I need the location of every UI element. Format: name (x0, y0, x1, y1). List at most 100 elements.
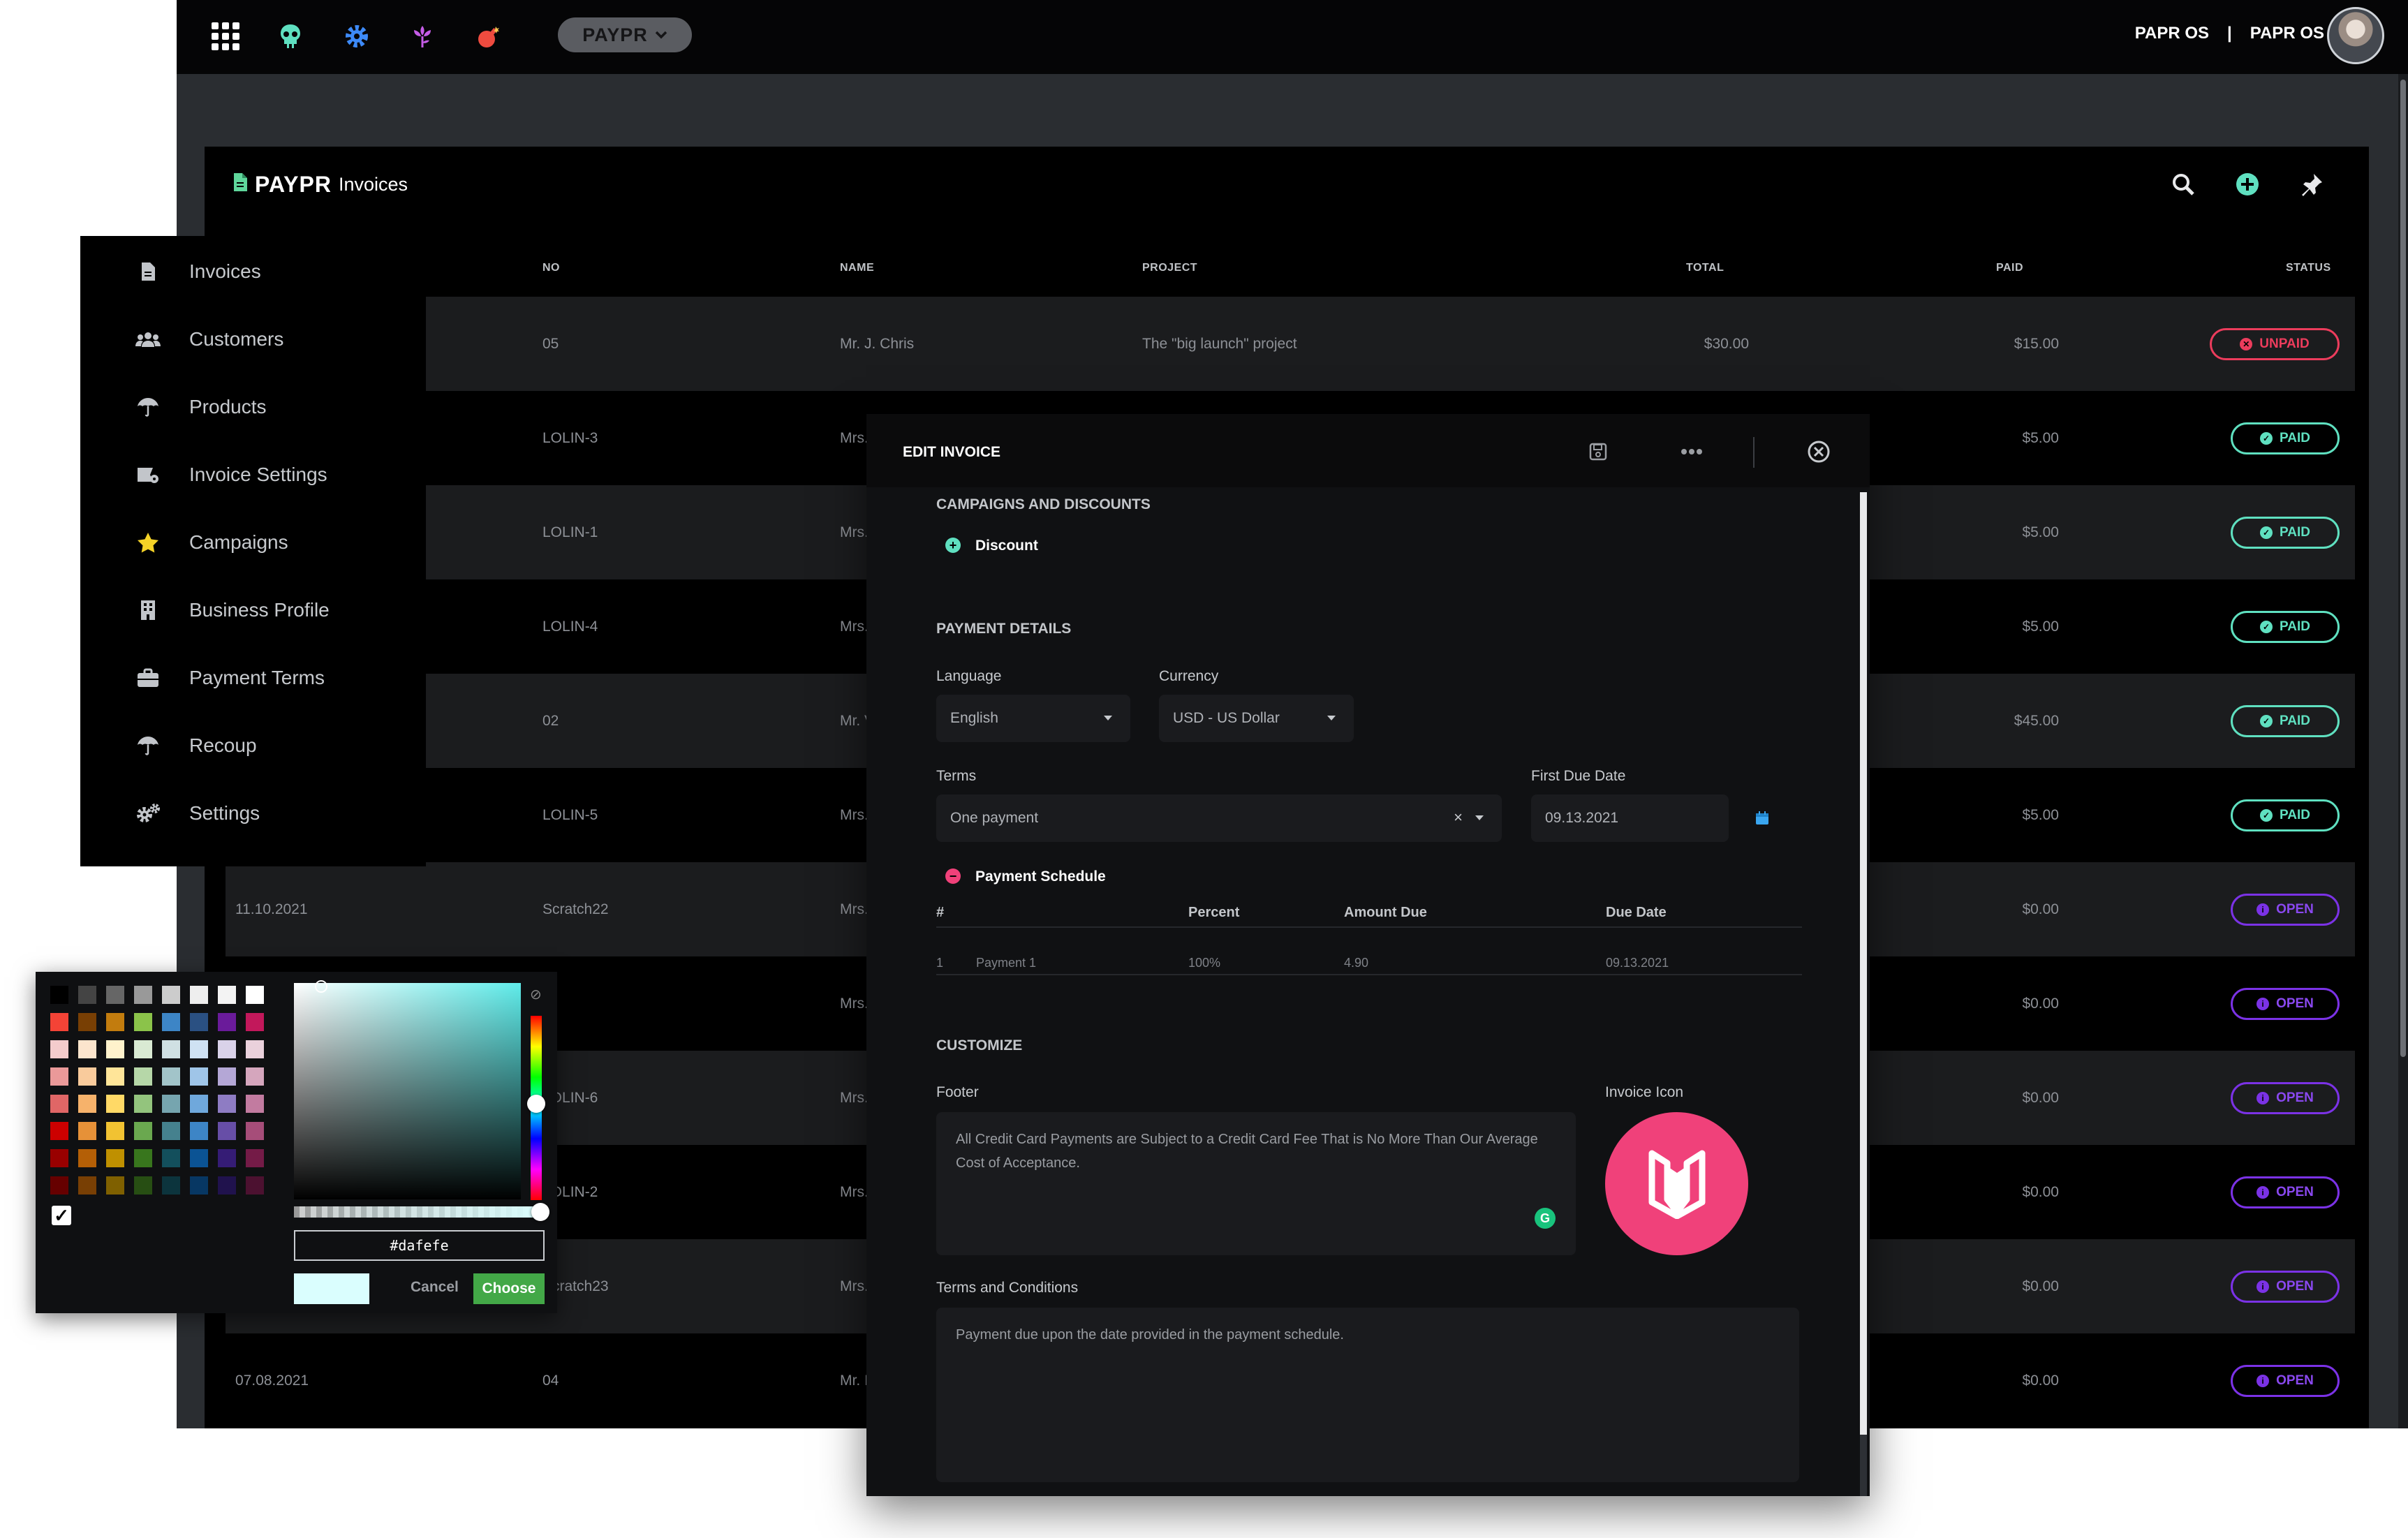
color-swatch[interactable] (106, 1013, 124, 1031)
schedule-row-date[interactable]: 09.13.2021 (1606, 956, 1669, 970)
save-icon[interactable] (1581, 435, 1615, 468)
color-swatch[interactable] (190, 1040, 208, 1058)
footer-textarea[interactable]: All Credit Card Payments are Subject to … (936, 1112, 1576, 1255)
color-swatch[interactable] (134, 1095, 152, 1113)
color-swatch[interactable] (190, 986, 208, 1004)
color-swatch[interactable] (246, 1122, 264, 1140)
color-swatch[interactable] (246, 986, 264, 1004)
more-icon[interactable] (1675, 435, 1708, 468)
status-badge[interactable]: ✓ PAID (2231, 422, 2340, 454)
color-swatch[interactable] (162, 1013, 180, 1031)
color-swatch[interactable] (106, 1040, 124, 1058)
color-swatch[interactable] (246, 1176, 264, 1195)
add-discount-icon[interactable]: + (945, 538, 961, 553)
status-badge[interactable]: ✕ UNPAID (2210, 328, 2340, 360)
color-swatch[interactable] (190, 1122, 208, 1140)
color-swatch[interactable] (50, 1040, 68, 1058)
color-swatch[interactable] (78, 1176, 96, 1195)
flower-icon[interactable] (401, 17, 443, 56)
palette-checkbox[interactable]: ✓ (52, 1205, 71, 1226)
color-swatch[interactable] (50, 1067, 68, 1086)
sidebar-item-products[interactable]: Products (80, 373, 426, 441)
alpha-handle[interactable] (531, 1203, 549, 1221)
grammarly-icon[interactable]: G (1535, 1208, 1556, 1229)
color-swatch[interactable] (162, 1176, 180, 1195)
color-swatch[interactable] (78, 986, 96, 1004)
status-badge[interactable]: ✓ PAID (2231, 705, 2340, 737)
color-swatch[interactable] (246, 1067, 264, 1086)
add-icon[interactable] (2231, 168, 2264, 201)
status-badge[interactable]: i OPEN (2231, 988, 2340, 1020)
column-header-total[interactable]: TOTAL (1686, 262, 1724, 274)
terms-conditions-textarea[interactable]: Payment due upon the date provided in th… (936, 1308, 1799, 1482)
color-swatch[interactable] (50, 1095, 68, 1113)
color-swatch[interactable] (106, 1067, 124, 1086)
color-swatch[interactable] (218, 1149, 236, 1167)
skull-icon[interactable] (269, 17, 311, 56)
no-color-icon[interactable]: ⊘ (530, 986, 542, 1003)
color-swatch[interactable] (218, 1013, 236, 1031)
avatar[interactable] (2327, 7, 2384, 64)
color-swatch[interactable] (78, 1122, 96, 1140)
bomb-icon[interactable] (468, 17, 510, 56)
table-row[interactable]: 05 Mr. J. Chris The "big launch" project $3… (226, 297, 2355, 391)
color-swatch[interactable] (106, 1122, 124, 1140)
color-swatch[interactable] (134, 1149, 152, 1167)
color-swatch[interactable] (78, 1095, 96, 1113)
gear-icon[interactable] (336, 17, 378, 56)
color-swatch[interactable] (190, 1013, 208, 1031)
color-swatch[interactable] (246, 1040, 264, 1058)
cancel-button[interactable]: Cancel (411, 1279, 459, 1296)
color-swatch[interactable] (190, 1149, 208, 1167)
hex-input[interactable]: #dafefe (294, 1230, 545, 1261)
alpha-slider[interactable] (294, 1206, 542, 1218)
color-swatch[interactable] (78, 1013, 96, 1031)
color-swatch[interactable] (190, 1067, 208, 1086)
schedule-row-name[interactable]: Payment 1 (976, 956, 1036, 970)
status-badge[interactable]: i OPEN (2231, 1365, 2340, 1397)
color-swatch[interactable] (218, 1176, 236, 1195)
color-swatch[interactable] (246, 1095, 264, 1113)
schedule-row-percent[interactable]: 100% (1188, 956, 1220, 970)
modal-scrollbar[interactable] (1860, 492, 1867, 1496)
status-badge[interactable]: ✓ PAID (2231, 611, 2340, 643)
color-swatch[interactable] (134, 1013, 152, 1031)
calendar-icon[interactable] (1755, 811, 1770, 829)
status-badge[interactable]: i OPEN (2231, 1271, 2340, 1303)
color-swatch[interactable] (134, 1067, 152, 1086)
status-badge[interactable]: ✓ PAID (2231, 799, 2340, 831)
color-swatch[interactable] (162, 1040, 180, 1058)
color-swatch[interactable] (162, 1149, 180, 1167)
color-swatch[interactable] (50, 1013, 68, 1031)
color-swatch[interactable] (218, 986, 236, 1004)
color-swatch[interactable] (134, 986, 152, 1004)
color-swatch[interactable] (218, 1067, 236, 1086)
color-swatch[interactable] (78, 1040, 96, 1058)
status-badge[interactable]: i OPEN (2231, 1176, 2340, 1208)
color-swatch[interactable] (106, 1095, 124, 1113)
color-swatch[interactable] (162, 1122, 180, 1140)
saturation-handle[interactable] (315, 980, 327, 993)
terms-select[interactable]: One payment × (936, 794, 1502, 842)
payment-schedule-label[interactable]: Payment Schedule (975, 868, 1106, 885)
sidebar-item-payment-terms[interactable]: Payment Terms (80, 644, 426, 711)
color-swatch[interactable] (162, 1095, 180, 1113)
choose-button[interactable]: Choose (473, 1273, 545, 1304)
color-swatch[interactable] (50, 1149, 68, 1167)
color-swatch[interactable] (50, 986, 68, 1004)
color-swatch[interactable] (106, 1149, 124, 1167)
collapse-schedule-icon[interactable]: − (945, 868, 961, 884)
color-swatch[interactable] (134, 1122, 152, 1140)
color-swatch[interactable] (106, 986, 124, 1004)
color-swatch[interactable] (190, 1095, 208, 1113)
color-swatch[interactable] (134, 1040, 152, 1058)
status-badge[interactable]: i OPEN (2231, 894, 2340, 926)
color-swatch[interactable] (134, 1176, 152, 1195)
column-header-no[interactable]: NO (542, 262, 560, 274)
app-switcher-button[interactable]: PAYPR (558, 17, 692, 52)
close-icon[interactable] (1802, 435, 1835, 468)
currency-select[interactable]: USD - US Dollar (1159, 695, 1354, 742)
discount-link[interactable]: Discount (975, 538, 1038, 554)
status-badge[interactable]: i OPEN (2231, 1082, 2340, 1114)
apps-grid-icon[interactable] (205, 17, 246, 56)
